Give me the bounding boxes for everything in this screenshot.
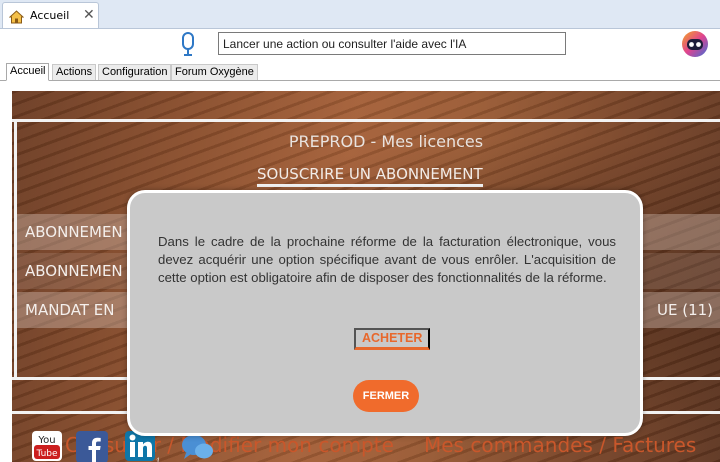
- main-nav-tabs: Accueil Actions Configuration Forum Oxyg…: [0, 63, 720, 81]
- reform-option-dialog: Dans le cadre de la prochaine réforme de…: [127, 190, 643, 436]
- account-link[interactable]: Consulter / Modifier mon compte: [65, 433, 394, 457]
- document-tab-title: Accueil: [30, 9, 70, 22]
- subscribe-link[interactable]: SOUSCRIRE UN ABONNEMENT: [257, 165, 483, 187]
- close-dialog-button[interactable]: FERMER: [353, 380, 419, 412]
- licences-title: PREPROD - Mes licences: [288, 132, 484, 151]
- svg-text:®: ®: [156, 457, 159, 462]
- document-tab-strip: Accueil ✕: [0, 0, 720, 29]
- dialog-message: Dans le cadre de la prochaine réforme de…: [158, 234, 616, 285]
- tab-configuration[interactable]: Configuration: [98, 64, 172, 80]
- licence-row-label: ABONNEMEN: [25, 262, 123, 280]
- microphone-icon[interactable]: [179, 32, 197, 62]
- svg-text:Tube: Tube: [35, 449, 58, 459]
- youtube-icon[interactable]: You Tube: [32, 431, 62, 462]
- tab-forum-oxygene[interactable]: Forum Oxygène: [171, 64, 258, 80]
- tab-accueil[interactable]: Accueil: [6, 63, 50, 81]
- tab-actions[interactable]: Actions: [52, 64, 97, 80]
- close-icon[interactable]: ✕: [83, 7, 95, 23]
- orders-link[interactable]: Mes commandes / Factures: [424, 433, 696, 457]
- home-icon: [8, 9, 25, 28]
- licence-row-label: MANDAT EN: [25, 301, 115, 319]
- svg-text:You: You: [37, 435, 55, 446]
- licence-row-label: ABONNEMEN: [25, 223, 123, 241]
- facebook-icon[interactable]: [76, 431, 108, 462]
- ai-robot-icon[interactable]: [681, 29, 709, 63]
- buy-button[interactable]: ACHETER: [354, 328, 431, 350]
- ai-toolbar: [0, 29, 720, 63]
- ai-command-input[interactable]: [218, 32, 566, 55]
- licence-row-count: UE (11): [657, 301, 714, 319]
- divider: [12, 119, 720, 122]
- document-tab-accueil[interactable]: Accueil ✕: [2, 2, 99, 28]
